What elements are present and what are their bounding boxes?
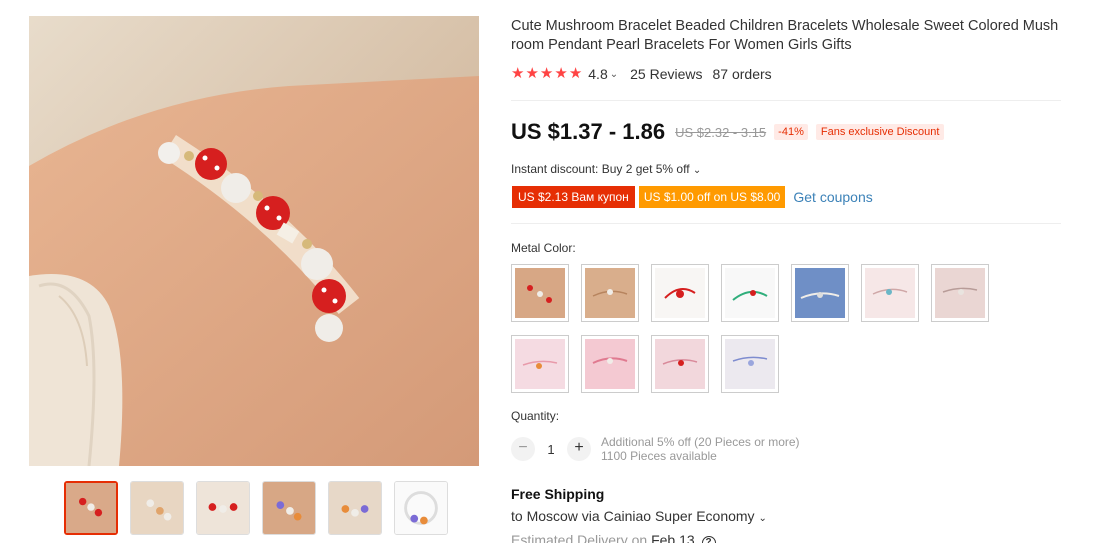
thumbnail[interactable] bbox=[196, 481, 250, 535]
shipping-title: Free Shipping bbox=[511, 486, 605, 502]
divider bbox=[511, 100, 1061, 101]
main-product-image bbox=[29, 16, 479, 466]
star-icon: ★ bbox=[554, 65, 568, 82]
instant-discount-text: Instant discount: Buy 2 get 5% off bbox=[511, 162, 690, 176]
color-option[interactable] bbox=[791, 264, 849, 322]
coupon-row: US $2.13 Вам купон US $1.00 off on US $8… bbox=[512, 186, 873, 208]
color-option[interactable] bbox=[651, 335, 709, 393]
color-option[interactable] bbox=[721, 335, 779, 393]
chevron-down-icon: ⌄ bbox=[758, 513, 767, 524]
star-icon: ★ bbox=[525, 65, 539, 82]
orders-count: 87 orders bbox=[712, 66, 772, 82]
color-option[interactable] bbox=[931, 264, 989, 322]
thumbnail[interactable] bbox=[328, 481, 382, 535]
coupon-badge-orange[interactable]: US $1.00 off on US $8.00 bbox=[638, 186, 786, 208]
metal-color-label: Metal Color: bbox=[511, 241, 576, 255]
product-title: Cute Mushroom Bracelet Beaded Children B… bbox=[511, 18, 1059, 53]
current-price: US $1.37 - 1.86 bbox=[511, 119, 666, 144]
estimated-delivery: Estimated Delivery on Feb 13 ? bbox=[511, 532, 716, 543]
estimated-delivery-date: Feb 13 bbox=[651, 532, 695, 543]
quantity-note: Additional 5% off (20 Pieces or more) 11… bbox=[601, 435, 800, 463]
color-option[interactable] bbox=[721, 264, 779, 322]
rating-row: ★ ★ ★ ★ ★ 4.8 ⌄ 25 Reviews 87 orders bbox=[511, 66, 772, 83]
price-row: US $1.37 - 1.86 US $2.32 - 3.15 -41% Fan… bbox=[511, 119, 945, 145]
color-option[interactable] bbox=[511, 264, 569, 322]
get-coupons-link[interactable]: Get coupons bbox=[793, 189, 872, 205]
star-icon: ★ bbox=[511, 65, 525, 82]
color-option[interactable] bbox=[581, 264, 639, 322]
stock-available-text: 1100 Pieces available bbox=[601, 449, 717, 463]
estimated-delivery-label: Estimated Delivery on bbox=[511, 532, 648, 543]
star-icon: ★ bbox=[568, 65, 583, 82]
thumbnail[interactable] bbox=[262, 481, 316, 535]
thumbnail[interactable] bbox=[394, 481, 448, 535]
shipping-route-text: to Moscow via Cainiao Super Economy bbox=[511, 508, 755, 524]
quantity-decrease-button[interactable]: − bbox=[511, 437, 535, 461]
star-icon: ★ bbox=[539, 65, 554, 82]
reviews-link[interactable]: 25 Reviews bbox=[630, 66, 702, 82]
bulk-discount-text: Additional 5% off (20 Pieces or more) bbox=[601, 435, 800, 449]
coupon-badge-red[interactable]: US $2.13 Вам купон bbox=[512, 186, 635, 208]
rating-stars: ★ ★ ★ ★ ★ bbox=[511, 66, 582, 82]
fans-discount-badge: Fans exclusive Discount bbox=[815, 124, 945, 140]
shipping-route[interactable]: to Moscow via Cainiao Super Economy ⌄ bbox=[511, 508, 767, 524]
color-option[interactable] bbox=[861, 264, 919, 322]
metal-color-options bbox=[511, 264, 1001, 393]
color-option[interactable] bbox=[581, 335, 639, 393]
quantity-input[interactable]: 1 bbox=[535, 442, 567, 457]
discount-badge: -41% bbox=[774, 124, 808, 140]
thumbnail[interactable] bbox=[64, 481, 118, 535]
thumbnail[interactable] bbox=[130, 481, 184, 535]
quantity-stepper: − 1 + Additional 5% off (20 Pieces or mo… bbox=[511, 435, 800, 463]
color-option[interactable] bbox=[511, 335, 569, 393]
divider bbox=[511, 223, 1061, 224]
thumbnail-strip bbox=[64, 481, 448, 535]
chevron-down-icon: ⌄ bbox=[692, 165, 702, 176]
quantity-label: Quantity: bbox=[511, 409, 560, 423]
quantity-increase-button[interactable]: + bbox=[567, 437, 591, 461]
help-icon[interactable]: ? bbox=[701, 536, 716, 543]
color-option[interactable] bbox=[651, 264, 709, 322]
rating-value[interactable]: 4.8 bbox=[588, 66, 607, 82]
original-price: US $2.32 - 3.15 bbox=[675, 124, 767, 140]
instant-discount[interactable]: Instant discount: Buy 2 get 5% off ⌄ bbox=[511, 162, 701, 176]
chevron-down-icon[interactable]: ⌄ bbox=[610, 69, 618, 80]
